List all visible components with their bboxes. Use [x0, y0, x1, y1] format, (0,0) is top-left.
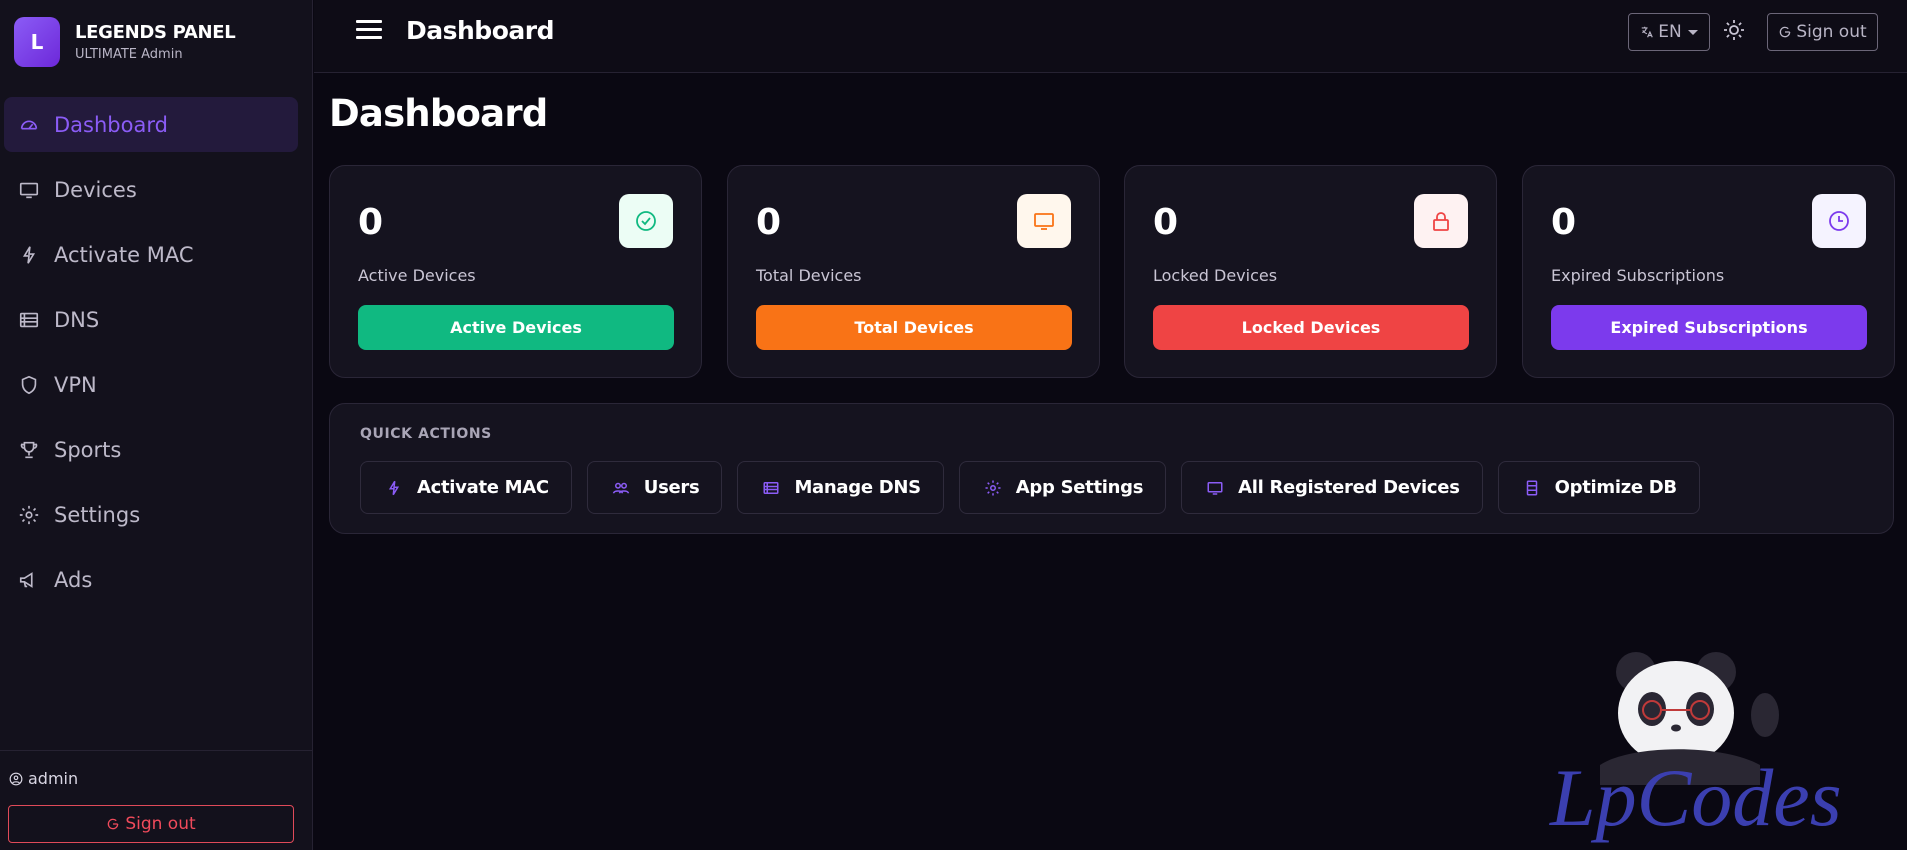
brand-text: LEGENDS PANEL ULTIMATE Admin — [75, 22, 236, 62]
stat-label: Expired Subscriptions — [1551, 266, 1725, 285]
sidebar-item-vpn[interactable]: VPN — [4, 357, 298, 412]
gear-icon — [15, 501, 43, 529]
stat-card-total-devices: 0 Total Devices Total Devices — [727, 165, 1100, 378]
quick-action-all-registered-devices[interactable]: All Registered Devices — [1181, 461, 1483, 514]
quick-action-label: App Settings — [1015, 477, 1144, 498]
sidebar-item-ads[interactable]: Ads — [4, 552, 298, 607]
quick-actions-panel: QUICK ACTIONS Activate MAC Users Manage … — [329, 403, 1894, 534]
trophy-icon — [15, 436, 43, 464]
megaphone-icon — [15, 566, 43, 594]
clock-icon — [1812, 194, 1866, 248]
gear-icon — [985, 480, 1001, 495]
sidebar-item-label: Settings — [54, 502, 141, 527]
caret-down-icon — [1687, 29, 1698, 35]
language-value: EN — [1658, 22, 1682, 42]
user-circle-icon — [9, 772, 23, 785]
sidebar-item-label: Ads — [54, 567, 93, 592]
sidebar-item-label: Activate MAC — [54, 242, 194, 267]
stat-card-active-devices: 0 Active Devices Active Devices — [329, 165, 702, 378]
lightning-icon — [388, 480, 400, 495]
topbar-title: Dashboard — [406, 16, 554, 45]
sidebar-item-label: DNS — [54, 307, 100, 332]
quick-action-manage-dns[interactable]: Manage DNS — [737, 461, 944, 514]
brand-title: LEGENDS PANEL — [75, 22, 236, 43]
stat-card-expired-subscriptions: 0 Expired Subscriptions Expired Subscrip… — [1522, 165, 1895, 378]
quick-action-app-settings[interactable]: App Settings — [958, 461, 1167, 514]
sidebar-item-dns[interactable]: DNS — [4, 292, 298, 347]
sidebar-item-settings[interactable]: Settings — [4, 487, 298, 542]
google-icon — [108, 818, 119, 830]
monitor-icon — [1017, 194, 1071, 248]
page-title: Dashboard — [329, 92, 548, 135]
brand-subtitle: ULTIMATE Admin — [75, 47, 183, 62]
quick-actions-title: QUICK ACTIONS — [360, 426, 492, 442]
sidebar-item-devices[interactable]: Devices — [4, 162, 298, 217]
stat-value: 0 — [756, 202, 782, 243]
stat-label: Locked Devices — [1153, 266, 1278, 285]
stat-label: Active Devices — [358, 266, 476, 285]
sidebar-item-label: Devices — [54, 177, 137, 202]
server-list-icon — [763, 481, 779, 494]
hamburger-menu-icon[interactable] — [356, 20, 382, 42]
lightning-icon — [15, 241, 43, 269]
language-dropdown[interactable]: EN — [1628, 13, 1710, 51]
lock-icon — [1414, 194, 1468, 248]
topbar-signout-button[interactable]: Sign out — [1767, 13, 1878, 51]
sidebar-item-label: VPN — [54, 372, 97, 397]
check-circle-icon — [619, 194, 673, 248]
topbar: Dashboard EN Sign out — [314, 0, 1907, 73]
signout-label: Sign out — [1796, 22, 1867, 42]
sidebar-signout-button[interactable]: Sign out — [8, 805, 294, 843]
sidebar-item-label: Sports — [54, 437, 122, 462]
database-icon — [1526, 480, 1537, 495]
sidebar-item-sports[interactable]: Sports — [4, 422, 298, 477]
watermark-text: LpCodes — [1549, 752, 1842, 843]
quick-action-label: All Registered Devices — [1238, 477, 1460, 498]
sidebar-nav: Dashboard Devices Activate MAC DNS VPN S… — [4, 97, 298, 617]
translate-icon — [1642, 26, 1654, 38]
lpcodes-watermark-logo: LpCodes — [1540, 645, 1900, 850]
brand[interactable]: L LEGENDS PANEL ULTIMATE Admin — [14, 17, 236, 67]
username: admin — [28, 769, 79, 788]
quick-action-label: Optimize DB — [1554, 477, 1678, 498]
brand-logo: L — [14, 17, 60, 67]
expired-subscriptions-button[interactable]: Expired Subscriptions — [1551, 305, 1867, 350]
shield-icon — [15, 371, 43, 399]
quick-action-optimize-db[interactable]: Optimize DB — [1497, 461, 1700, 514]
locked-devices-button[interactable]: Locked Devices — [1153, 305, 1469, 350]
quick-action-users[interactable]: Users — [586, 461, 723, 514]
stat-card-locked-devices: 0 Locked Devices Locked Devices — [1124, 165, 1497, 378]
monitor-icon — [15, 176, 43, 204]
stat-value: 0 — [1551, 202, 1577, 243]
sidebar: L LEGENDS PANEL ULTIMATE Admin Dashboard… — [0, 0, 313, 850]
total-devices-button[interactable]: Total Devices — [756, 305, 1072, 350]
sidebar-footer: admin Sign out — [0, 750, 313, 850]
gauge-icon — [15, 111, 43, 139]
signout-label: Sign out — [125, 814, 196, 834]
quick-action-label: Activate MAC — [417, 477, 549, 498]
sidebar-item-dashboard[interactable]: Dashboard — [4, 97, 298, 152]
quick-actions-row: Activate MAC Users Manage DNS App Settin… — [360, 461, 1715, 514]
stat-value: 0 — [1153, 202, 1179, 243]
monitor-icon — [1207, 481, 1223, 495]
stat-label: Total Devices — [756, 266, 862, 285]
sidebar-item-label: Dashboard — [54, 112, 168, 137]
google-icon — [1780, 26, 1791, 38]
active-devices-button[interactable]: Active Devices — [358, 305, 674, 350]
stat-value: 0 — [358, 202, 384, 243]
quick-action-label: Manage DNS — [794, 477, 921, 498]
server-list-icon — [15, 306, 43, 334]
theme-toggle-sun-icon[interactable] — [1722, 18, 1748, 44]
quick-action-activate-mac[interactable]: Activate MAC — [360, 461, 572, 514]
quick-action-label: Users — [643, 477, 700, 498]
users-icon — [612, 482, 630, 494]
sidebar-item-activate-mac[interactable]: Activate MAC — [4, 227, 298, 282]
current-user: admin — [9, 769, 78, 788]
